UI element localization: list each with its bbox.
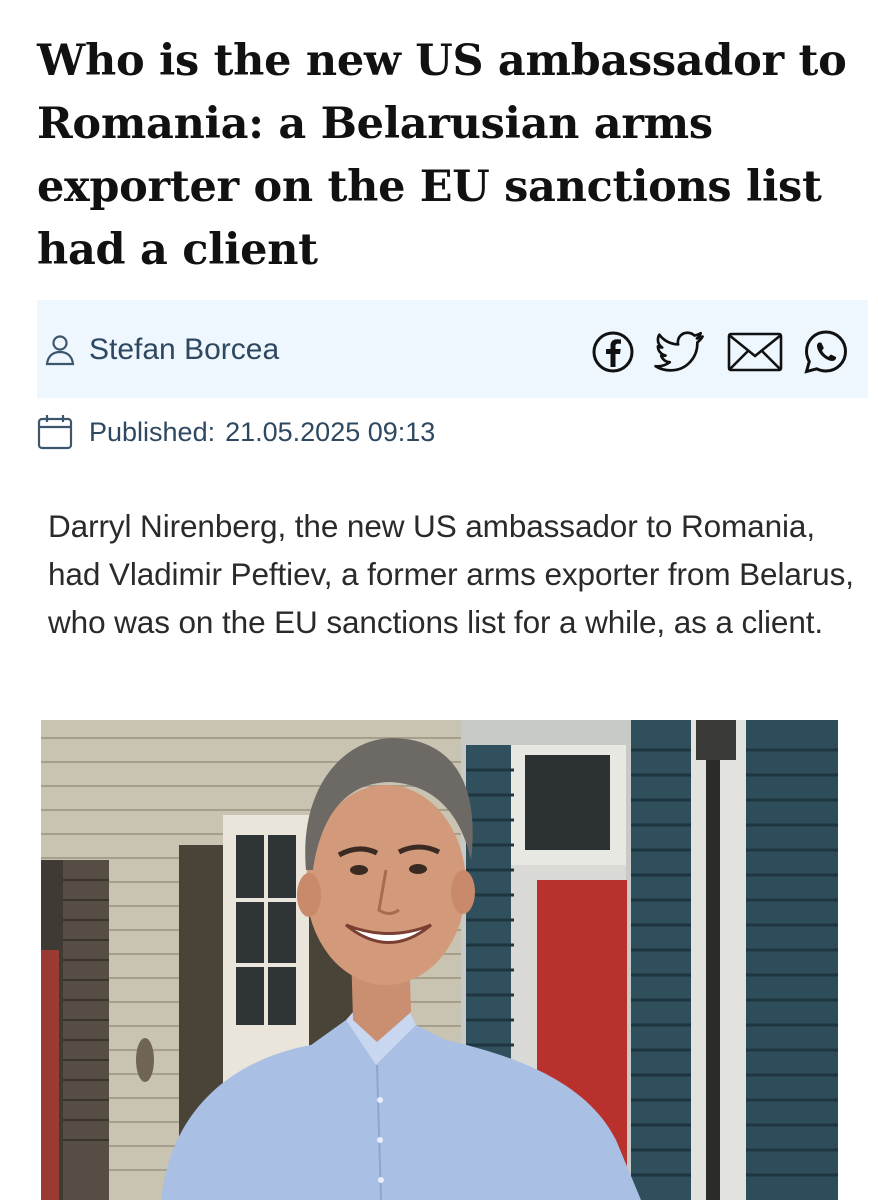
share-buttons [590, 330, 850, 374]
author-link[interactable]: Stefan Borcea [43, 330, 279, 370]
facebook-icon [592, 331, 634, 373]
envelope-icon [727, 332, 783, 372]
article-photo [41, 720, 838, 1200]
author-share-bar: Stefan Borcea [37, 300, 868, 398]
twitter-icon [654, 331, 704, 372]
calendar-icon [37, 414, 73, 450]
published-row: Published: 21.05.2025 09:13 [37, 410, 435, 454]
twitter-share-button[interactable] [654, 329, 708, 375]
user-icon [43, 333, 77, 367]
whatsapp-share-button[interactable] [802, 328, 850, 376]
published-label: Published: [89, 416, 216, 447]
email-share-button[interactable] [726, 330, 784, 374]
article-headline: Who is the new US ambassador to Romania:… [37, 36, 847, 275]
published-date: 21.05.2025 09:13 [225, 416, 436, 447]
article-lead: Darryl Nirenberg, the new US ambassador … [48, 508, 854, 640]
whatsapp-icon [804, 330, 848, 374]
facebook-share-button[interactable] [590, 329, 636, 375]
author-name: Stefan Borcea [89, 333, 280, 366]
